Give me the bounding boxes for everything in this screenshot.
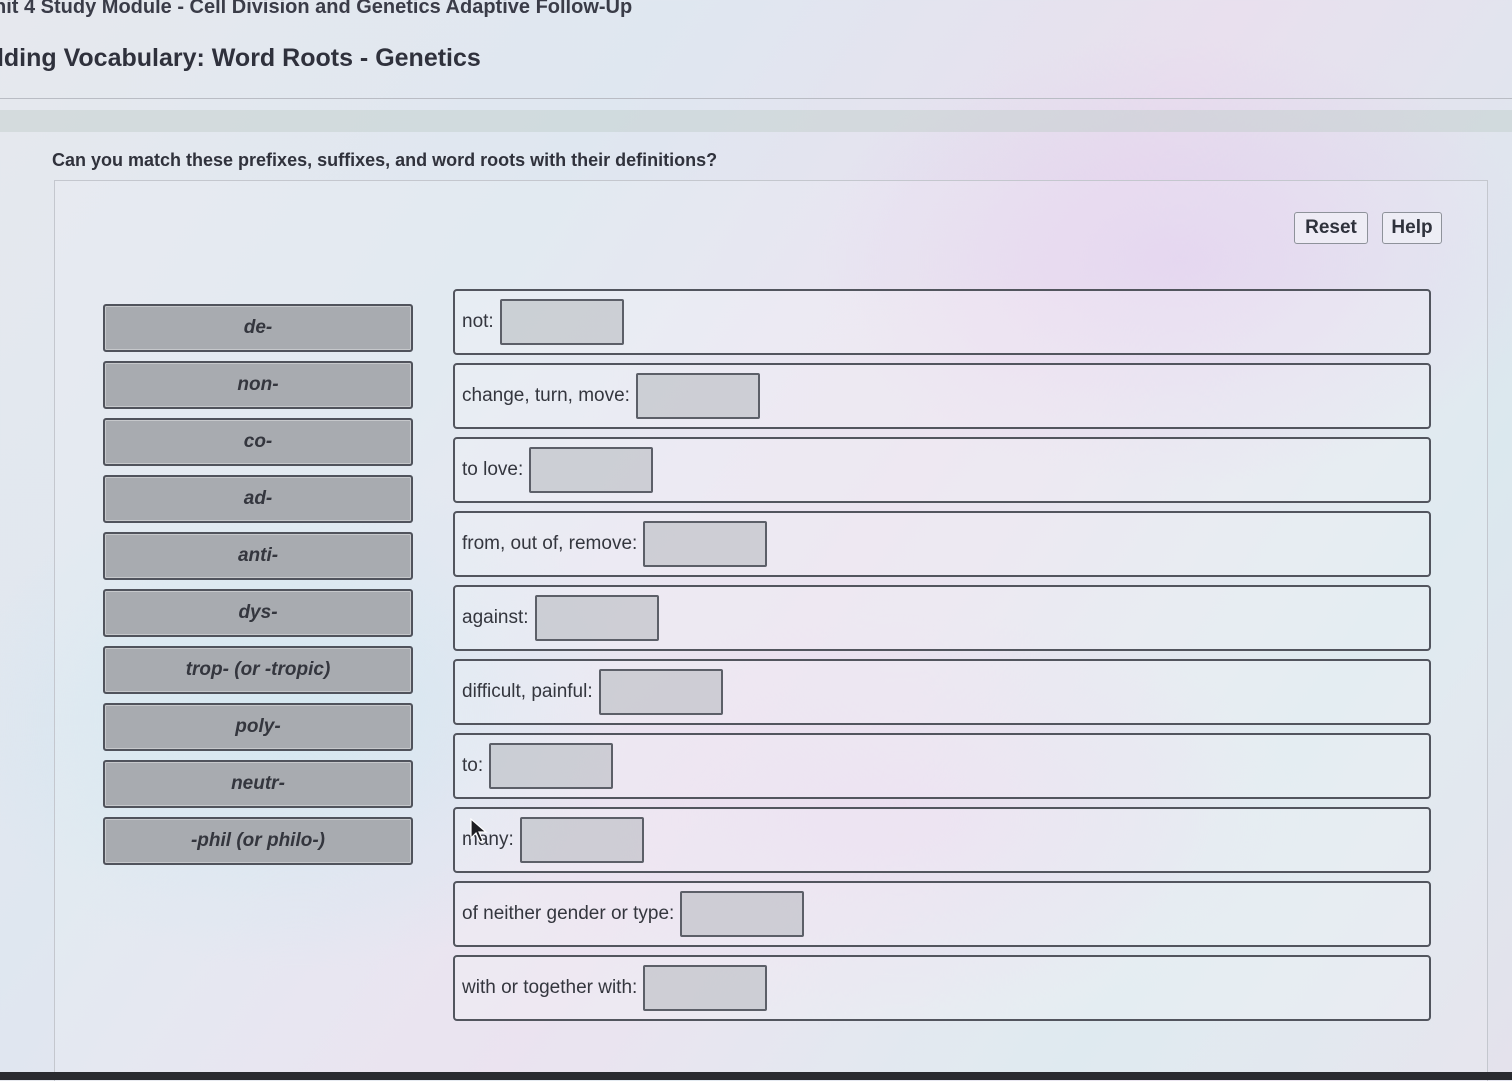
- definition-row: many:: [453, 807, 1431, 873]
- instructions-text: Can you match these prefixes, suffixes, …: [52, 150, 718, 170]
- module-title: nit 4 Study Module - Cell Division and G…: [0, 0, 633, 18]
- definition-row: of neither gender or type:: [453, 881, 1431, 947]
- header-divider: [0, 98, 1512, 99]
- answer-drop-zone[interactable]: [643, 965, 768, 1011]
- definition-label: with or together with:: [462, 977, 638, 998]
- term-tile-anti[interactable]: anti-: [103, 532, 413, 580]
- answer-drop-zone[interactable]: [519, 817, 644, 863]
- definition-label: change, turn, move:: [462, 385, 630, 406]
- definition-row: change, turn, move:: [453, 363, 1431, 429]
- reset-button[interactable]: Reset: [1294, 212, 1368, 244]
- definition-label: of neither gender or type:: [462, 903, 675, 924]
- answer-drop-zone[interactable]: [643, 521, 768, 567]
- term-tile-non[interactable]: non-: [103, 361, 413, 409]
- answer-drop-zone[interactable]: [489, 743, 614, 789]
- term-bank: de- non- co- ad- anti- dys- trop- (or -t…: [103, 304, 413, 874]
- header-band: [0, 110, 1512, 132]
- term-tile-poly[interactable]: poly-: [103, 703, 413, 751]
- definition-label: against:: [462, 607, 529, 628]
- definition-label: from, out of, remove:: [462, 533, 638, 554]
- term-tile-ad[interactable]: ad-: [103, 475, 413, 523]
- definition-row: to love:: [453, 437, 1431, 503]
- definition-row: from, out of, remove:: [453, 511, 1431, 577]
- answer-drop-zone[interactable]: [499, 299, 624, 345]
- definition-row: to:: [453, 733, 1431, 799]
- help-button[interactable]: Help: [1382, 212, 1442, 244]
- definition-row: with or together with:: [453, 955, 1431, 1021]
- term-tile-co[interactable]: co-: [103, 418, 413, 466]
- definition-label: to love:: [462, 459, 524, 480]
- answer-drop-zone[interactable]: [635, 373, 760, 419]
- term-tile-de[interactable]: de-: [103, 304, 413, 352]
- term-tile-trop[interactable]: trop- (or -tropic): [103, 646, 413, 694]
- term-tile-neutr[interactable]: neutr-: [103, 760, 413, 808]
- definition-row: difficult, painful:: [453, 659, 1431, 725]
- answer-drop-zone[interactable]: [529, 447, 654, 493]
- definition-label: to:: [462, 755, 484, 776]
- term-tile-dys[interactable]: dys-: [103, 589, 413, 637]
- activity-title: ilding Vocabulary: Word Roots - Genetics: [0, 44, 481, 72]
- answer-drop-zone[interactable]: [598, 669, 723, 715]
- answer-drop-zone[interactable]: [680, 891, 805, 937]
- definition-row: against:: [453, 585, 1431, 651]
- definition-row: not:: [453, 289, 1431, 355]
- definition-list: not: change, turn, move: to love: from, …: [453, 289, 1431, 1029]
- definition-label: difficult, painful:: [462, 681, 593, 702]
- mouse-pointer-icon: [470, 818, 488, 843]
- definition-label: not:: [462, 311, 494, 332]
- term-tile-phil[interactable]: -phil (or philo-): [103, 817, 413, 865]
- answer-drop-zone[interactable]: [534, 595, 659, 641]
- bottom-bar: [0, 1072, 1512, 1080]
